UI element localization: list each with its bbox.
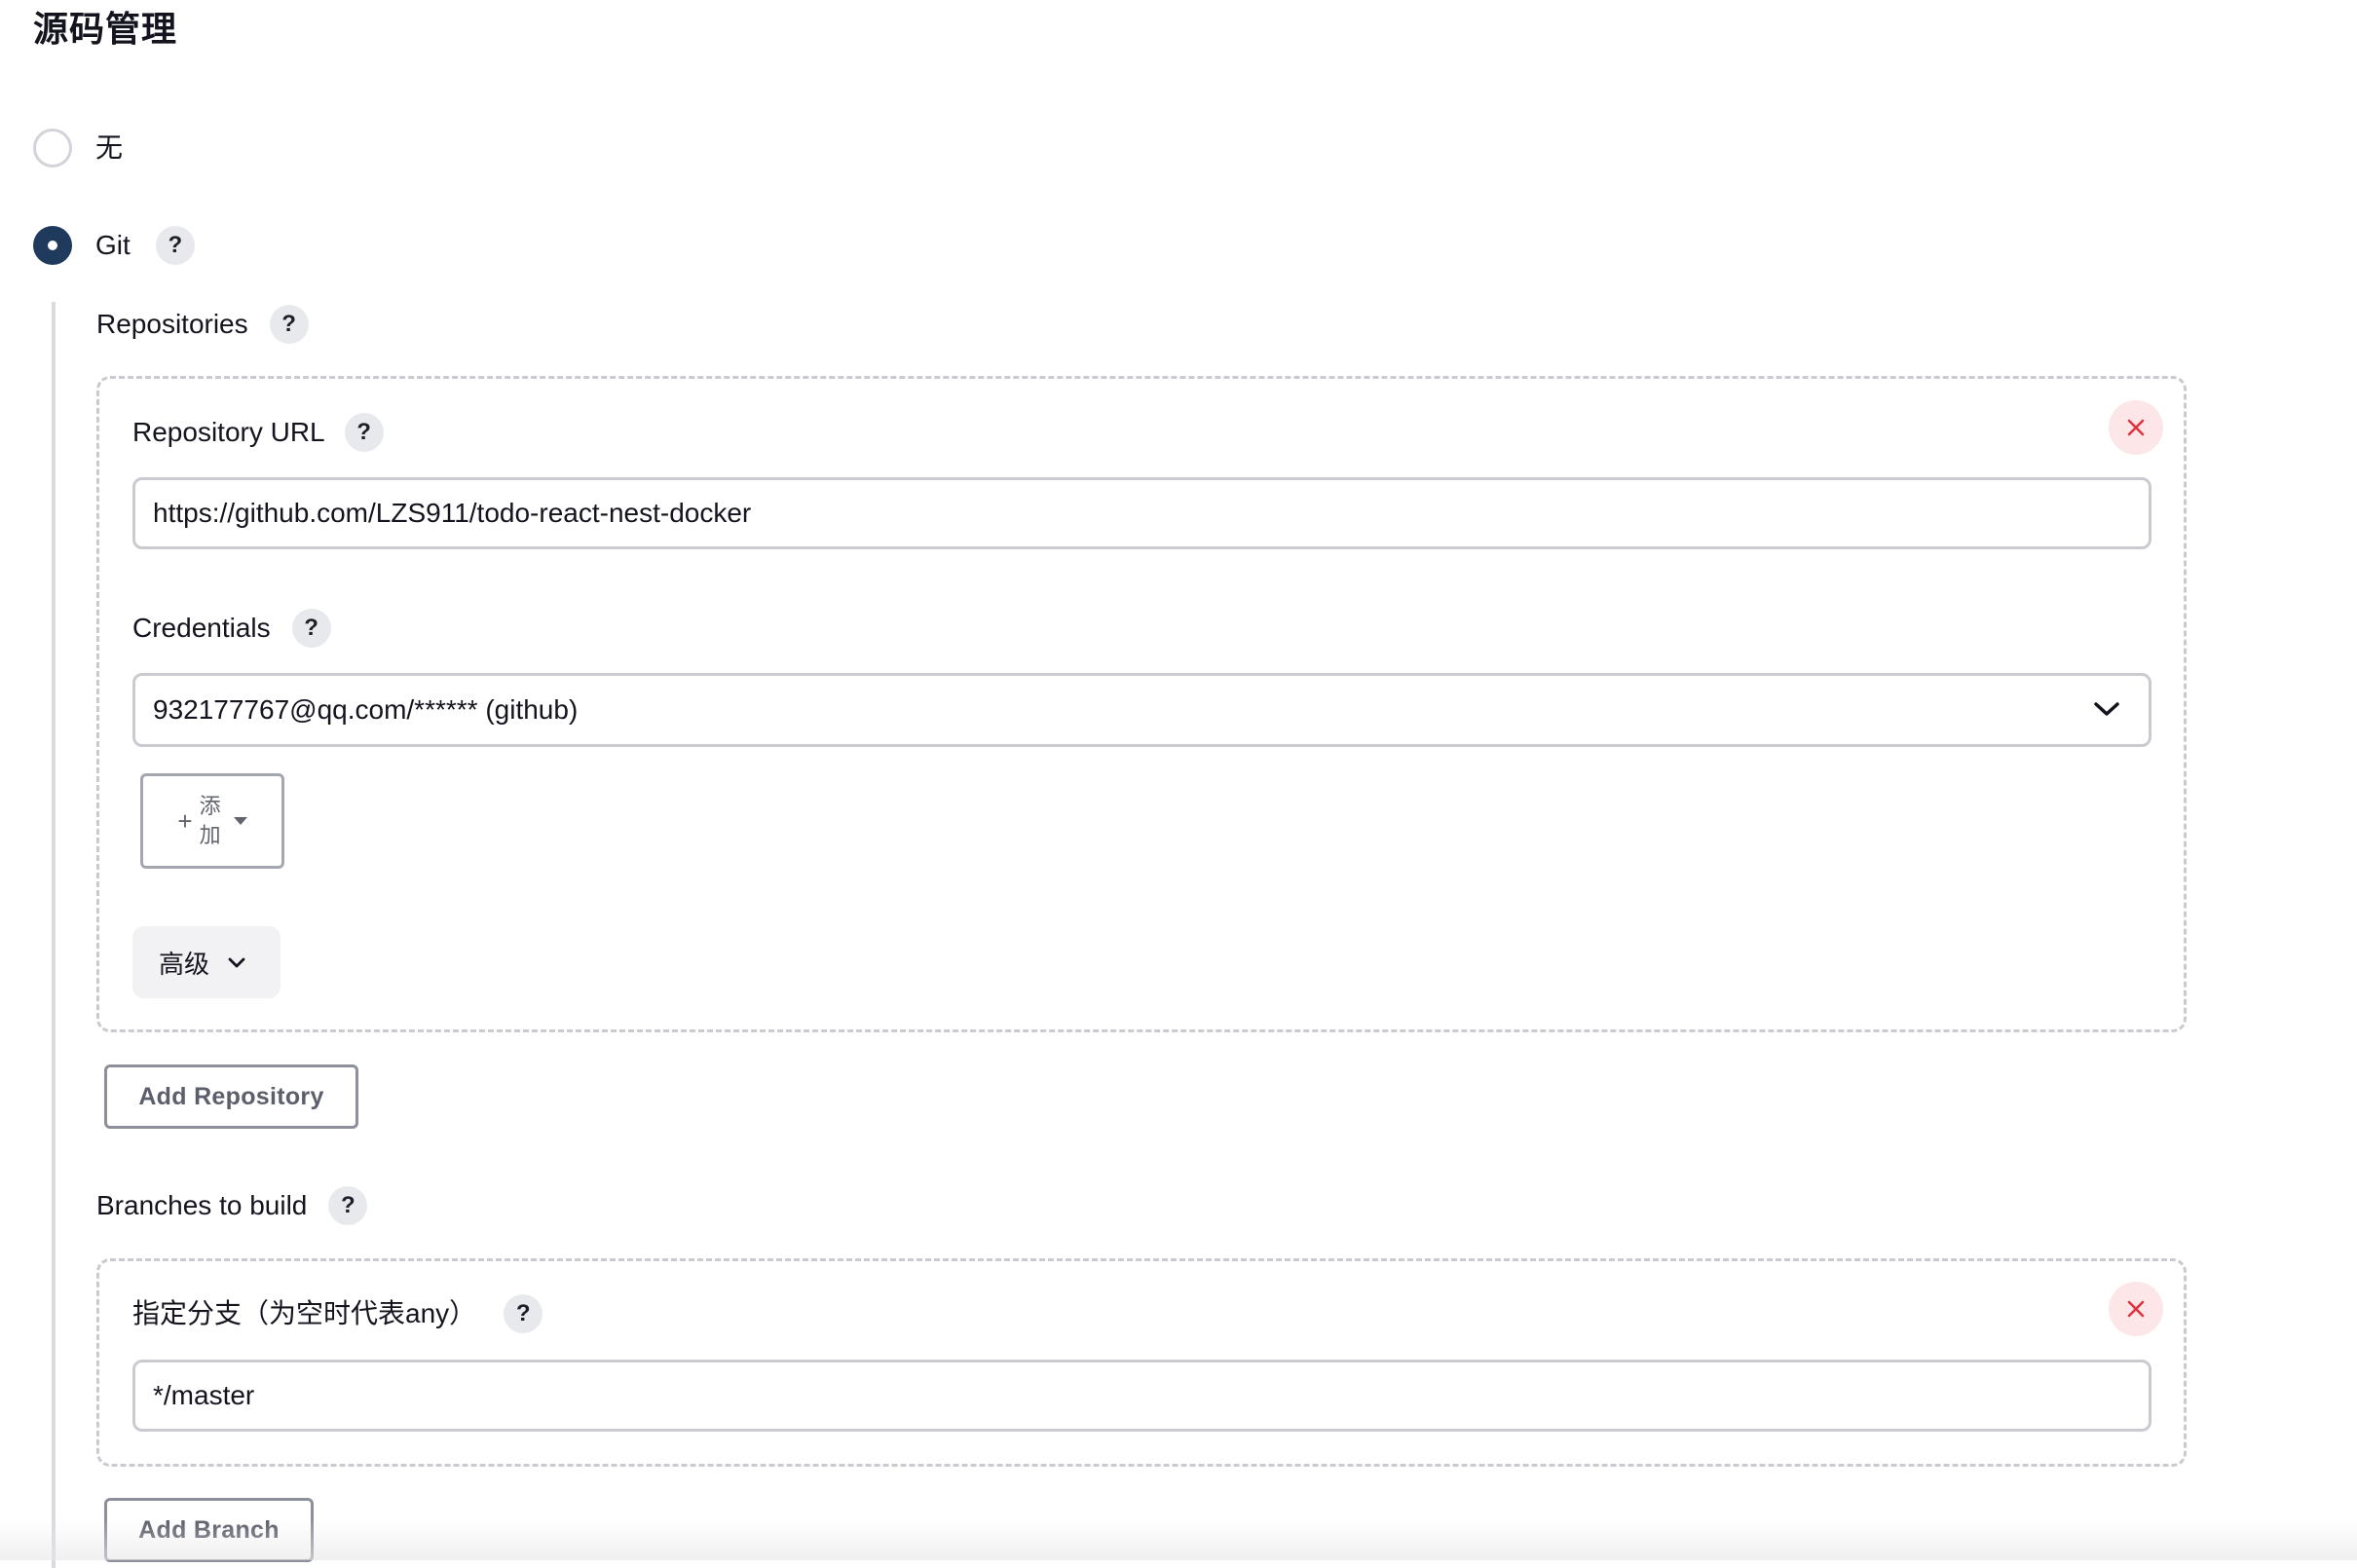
git-help-icon[interactable]: ? bbox=[155, 226, 195, 265]
remove-branch-button[interactable] bbox=[2109, 1282, 2163, 1336]
radio-git[interactable] bbox=[33, 226, 72, 265]
branch-specifier-input[interactable]: */master bbox=[132, 1360, 2151, 1432]
credentials-help-icon[interactable]: ? bbox=[291, 609, 331, 648]
scm-option-none[interactable]: 无 bbox=[33, 125, 123, 171]
section-title: 源码管理 bbox=[33, 9, 178, 49]
repository-url-label: Repository URL bbox=[132, 417, 325, 447]
branch-specifier-header: 指定分支（为空时代表any） ? bbox=[132, 1294, 543, 1333]
advanced-button[interactable]: 高级 bbox=[132, 926, 281, 998]
credentials-header: Credentials ? bbox=[132, 609, 331, 648]
git-section-indent-line bbox=[52, 302, 56, 1568]
credentials-select[interactable]: 932177767@qq.com/****** (github) bbox=[132, 673, 2151, 747]
add-repository-button[interactable]: Add Repository bbox=[104, 1064, 358, 1129]
add-credentials-label-line1: 添 bbox=[199, 794, 221, 818]
radio-none-label: 无 bbox=[95, 132, 124, 163]
repositories-help-icon[interactable]: ? bbox=[269, 305, 309, 344]
add-credentials-button[interactable]: + 添 加 bbox=[140, 773, 284, 869]
close-icon bbox=[2127, 1300, 2145, 1318]
branches-header: Branches to build ? bbox=[96, 1186, 368, 1225]
branch-specifier-help-icon[interactable]: ? bbox=[504, 1294, 543, 1333]
plus-icon: + bbox=[177, 805, 193, 836]
repository-url-input[interactable]: https://github.com/LZS911/todo-react-nes… bbox=[132, 477, 2151, 549]
add-credentials-label-line2: 加 bbox=[199, 823, 221, 847]
repository-url-help-icon[interactable]: ? bbox=[344, 413, 384, 452]
credentials-label: Credentials bbox=[132, 613, 271, 643]
close-icon bbox=[2127, 419, 2145, 436]
add-credentials-label: 添 加 bbox=[199, 792, 222, 850]
radio-none[interactable] bbox=[33, 129, 72, 168]
chevron-down-icon bbox=[2094, 702, 2119, 716]
chevron-down-icon bbox=[228, 957, 245, 968]
credentials-selected-value: 932177767@qq.com/****** (github) bbox=[153, 694, 579, 725]
repositories-header: Repositories ? bbox=[96, 305, 309, 344]
branch-specifier-label: 指定分支（为空时代表any） bbox=[132, 1298, 477, 1328]
advanced-label: 高级 bbox=[159, 949, 210, 979]
repository-url-header: Repository URL ? bbox=[132, 413, 384, 452]
scm-option-git[interactable]: Git ? bbox=[33, 222, 195, 269]
radio-git-label: Git bbox=[95, 230, 131, 260]
branches-label: Branches to build bbox=[96, 1190, 308, 1220]
caret-down-icon bbox=[233, 817, 247, 825]
bottom-fade bbox=[0, 1519, 2357, 1560]
remove-repository-button[interactable] bbox=[2109, 400, 2163, 455]
branches-help-icon[interactable]: ? bbox=[328, 1186, 368, 1225]
repositories-label: Repositories bbox=[96, 309, 248, 339]
